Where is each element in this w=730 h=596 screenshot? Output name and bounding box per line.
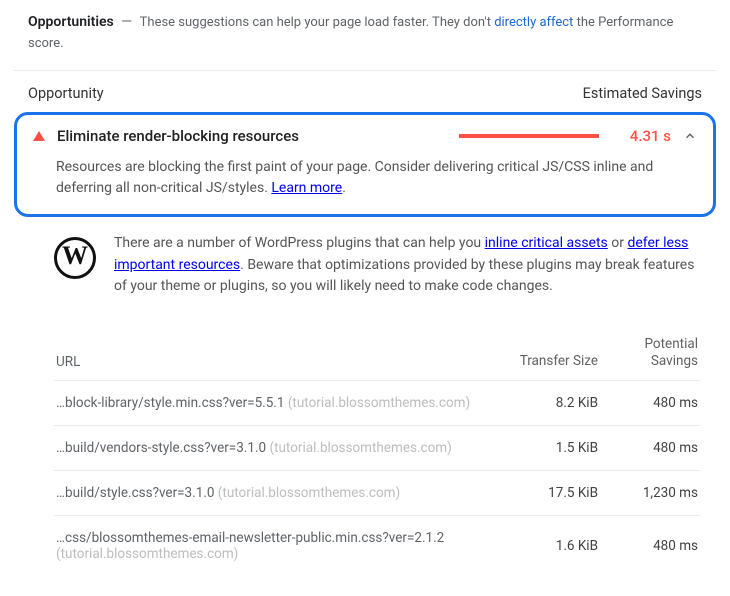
table-header: URL Transfer Size Potential Savings (54, 326, 700, 380)
wordpress-icon (54, 237, 96, 279)
audit-title: Eliminate render-blocking resources (57, 127, 447, 145)
col-potential-savings: Potential Savings (598, 336, 698, 370)
col-url: URL (56, 354, 508, 370)
col-estimated-savings: Estimated Savings (583, 85, 702, 102)
audit-description: Resources are blocking the first paint o… (56, 157, 697, 200)
wordpress-suggestion: There are a number of WordPress plugins … (14, 227, 716, 302)
table-row: …css/blossomthemes-email-newsletter-publ… (54, 515, 700, 576)
col-opportunity: Opportunity (28, 85, 104, 102)
dash-separator: — (121, 14, 132, 30)
opportunities-header: Opportunities — These suggestions can he… (14, 10, 716, 71)
fail-triangle-icon (33, 131, 45, 141)
resources-table: URL Transfer Size Potential Savings …blo… (54, 326, 700, 576)
table-row: …build/vendors-style.css?ver=3.1.0 (tuto… (54, 425, 700, 470)
savings-bar (459, 134, 599, 138)
table-row: …build/style.css?ver=3.1.0 (tutorial.blo… (54, 470, 700, 515)
opportunities-title: Opportunities (28, 14, 114, 30)
col-transfer-size: Transfer Size (508, 353, 598, 370)
column-headers: Opportunity Estimated Savings (14, 81, 716, 112)
chevron-up-icon[interactable] (683, 129, 697, 143)
wordpress-text: There are a number of WordPress plugins … (114, 233, 700, 298)
table-row: …block-library/style.min.css?ver=5.5.1 (… (54, 380, 700, 425)
directly-affect-link[interactable]: directly affect (494, 15, 573, 30)
audit-eliminate-render-blocking[interactable]: Eliminate render-blocking resources 4.31… (14, 112, 716, 217)
estimated-savings-value: 4.31 s (611, 127, 671, 145)
learn-more-link[interactable]: Learn more (271, 180, 342, 196)
inline-critical-assets-link[interactable]: inline critical assets (485, 235, 608, 251)
